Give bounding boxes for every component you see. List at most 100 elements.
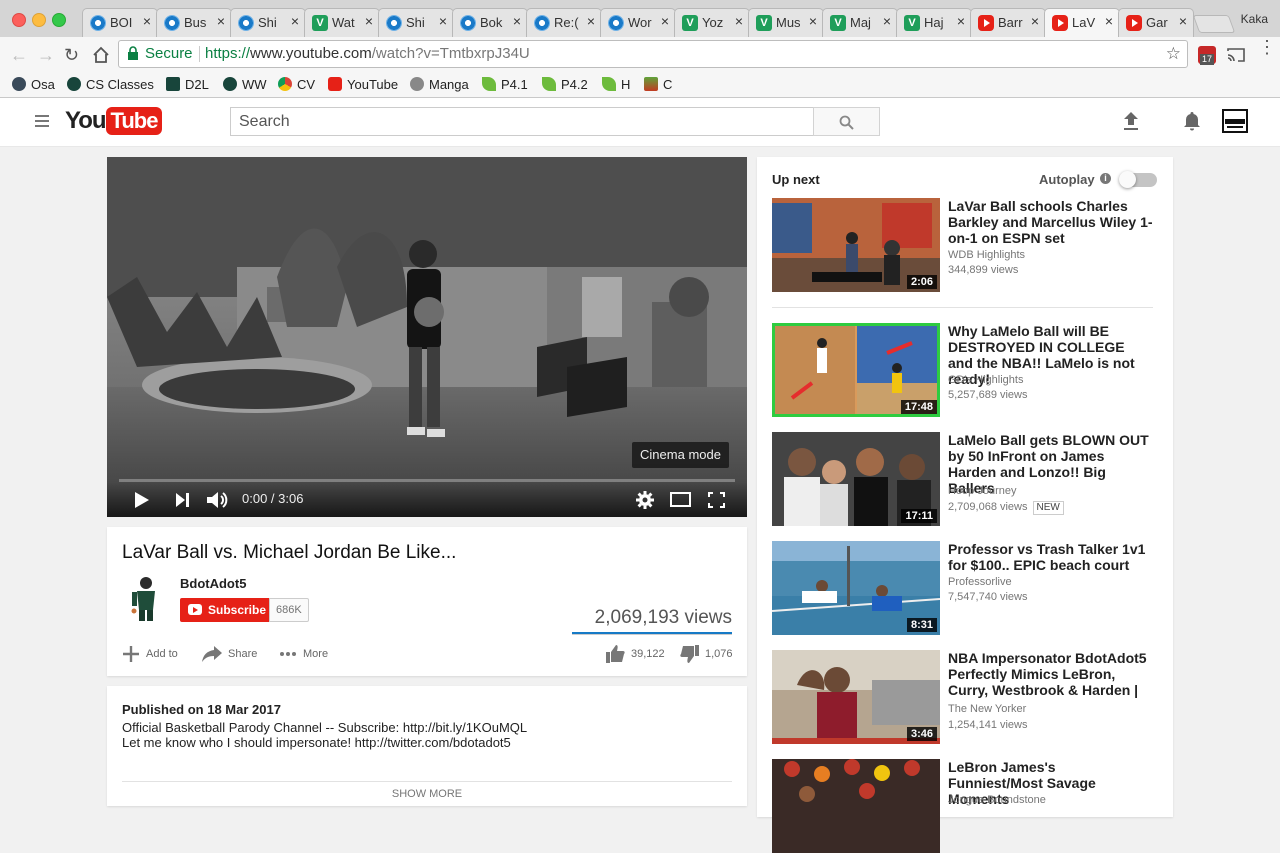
bookmark-item[interactable]: C bbox=[644, 76, 672, 94]
new-tab-button[interactable] bbox=[1192, 15, 1236, 33]
video-item[interactable]: LeBron James's Funniest/Most Savage Mome… bbox=[772, 759, 1162, 853]
tab-close-icon[interactable]: × bbox=[587, 13, 595, 29]
tab-close-icon[interactable]: × bbox=[1105, 13, 1113, 29]
back-button[interactable]: ← bbox=[10, 45, 28, 66]
video-thumbnail[interactable]: 17:48 bbox=[772, 323, 940, 417]
bookmark-item[interactable]: WW bbox=[223, 76, 267, 94]
browser-tab[interactable]: Bok × bbox=[452, 8, 528, 37]
tab-close-icon[interactable]: × bbox=[883, 13, 891, 29]
video-channel[interactable]: Jongue Boundstone bbox=[948, 794, 1046, 806]
show-more-button[interactable]: SHOW MORE bbox=[107, 788, 747, 800]
search-button[interactable] bbox=[813, 107, 880, 136]
browser-tab[interactable]: V Wat × bbox=[304, 8, 380, 37]
browser-tab[interactable]: Shi × bbox=[378, 8, 454, 37]
subscribe-button[interactable]: Subscribe bbox=[180, 598, 274, 622]
video-thumbnail[interactable]: 3:46 bbox=[772, 650, 940, 744]
channel-name[interactable]: BdotAdot5 bbox=[180, 576, 246, 591]
browser-tab[interactable]: V Mus × bbox=[748, 8, 824, 37]
tab-close-icon[interactable]: × bbox=[143, 13, 151, 29]
tab-close-icon[interactable]: × bbox=[957, 13, 965, 29]
guide-menu-icon[interactable] bbox=[35, 115, 49, 127]
cast-icon[interactable] bbox=[1227, 47, 1245, 63]
upload-icon[interactable] bbox=[1122, 110, 1140, 132]
tab-close-icon[interactable]: × bbox=[735, 13, 743, 29]
video-item[interactable]: 2:06 LaVar Ball schools Charles Barkley … bbox=[772, 198, 1162, 292]
bookmark-item[interactable]: D2L bbox=[166, 76, 209, 94]
extension-icon[interactable]: 17 bbox=[1198, 46, 1216, 65]
video-item[interactable]: 17:11 LaMelo Ball gets BLOWN OUT by 50 I… bbox=[772, 432, 1162, 526]
home-icon[interactable] bbox=[92, 46, 110, 64]
settings-gear-icon[interactable] bbox=[636, 491, 654, 509]
browser-tab[interactable]: Bus × bbox=[156, 8, 232, 37]
browser-tab[interactable]: V Haj × bbox=[896, 8, 972, 37]
browser-tab[interactable]: Shi × bbox=[230, 8, 306, 37]
search-input[interactable] bbox=[230, 107, 814, 136]
browser-tab[interactable]: V Yoz × bbox=[674, 8, 750, 37]
bookmark-item[interactable]: P4.1 bbox=[482, 76, 528, 94]
share-button[interactable]: Share bbox=[202, 644, 257, 664]
bookmark-item[interactable]: Manga bbox=[410, 76, 469, 94]
tab-close-icon[interactable]: × bbox=[217, 13, 225, 29]
minimize-window-button[interactable] bbox=[32, 13, 46, 27]
autoplay-toggle[interactable] bbox=[1119, 171, 1157, 188]
play-icon[interactable] bbox=[135, 492, 149, 508]
bookmark-item[interactable]: CS Classes bbox=[67, 76, 154, 94]
notifications-bell-icon[interactable] bbox=[1183, 110, 1201, 132]
address-bar[interactable]: Secure https://www.youtube.com/watch?v=T… bbox=[118, 40, 1188, 68]
dislike-button[interactable]: 1,076 bbox=[680, 644, 733, 664]
url-text[interactable]: https://www.youtube.com/watch?v=TmtbxrpJ… bbox=[205, 41, 530, 67]
video-channel[interactable]: WDB Highlights bbox=[948, 249, 1025, 261]
info-icon[interactable]: i bbox=[1100, 173, 1111, 184]
browser-tab[interactable]: Re:(× bbox=[526, 8, 602, 37]
video-thumbnail[interactable] bbox=[772, 759, 940, 853]
tab-close-icon[interactable]: × bbox=[1179, 13, 1187, 29]
video-item[interactable]: 17:48 Why LaMelo Ball will BE DESTROYED … bbox=[772, 323, 1162, 417]
account-avatar[interactable] bbox=[1222, 109, 1248, 133]
bookmark-item[interactable]: YouTube bbox=[328, 76, 398, 94]
close-window-button[interactable] bbox=[12, 13, 26, 27]
video-player[interactable]: Cinema mode 0:00 / 3:06 bbox=[107, 157, 747, 517]
bookmark-item[interactable]: P4.2 bbox=[542, 76, 588, 94]
fullscreen-icon[interactable] bbox=[708, 492, 725, 508]
video-thumbnail[interactable]: 8:31 bbox=[772, 541, 940, 635]
browser-tab[interactable]: LaV × bbox=[1044, 8, 1120, 37]
browser-tab[interactable]: BOI × bbox=[82, 8, 158, 37]
video-thumbnail[interactable]: 17:11 bbox=[772, 432, 940, 526]
youtube-logo[interactable]: You Tube bbox=[65, 107, 163, 137]
video-item[interactable]: 8:31 Professor vs Trash Talker 1v1 for $… bbox=[772, 541, 1162, 635]
profile-name[interactable]: Kaka bbox=[1241, 12, 1268, 26]
bookmark-item[interactable]: H bbox=[602, 76, 630, 94]
add-to-button[interactable]: Add to bbox=[122, 644, 178, 664]
video-channel[interactable]: Professorlive bbox=[948, 576, 1012, 588]
video-channel[interactable]: Hoop Journey bbox=[948, 485, 1017, 497]
forward-button[interactable]: → bbox=[37, 45, 55, 66]
tab-close-icon[interactable]: × bbox=[809, 13, 817, 29]
bookmark-item[interactable]: CV bbox=[278, 76, 315, 94]
video-title[interactable]: NBA Impersonator BdotAdot5 Perfectly Mim… bbox=[948, 650, 1153, 698]
video-title[interactable]: LaVar Ball schools Charles Barkley and M… bbox=[948, 198, 1153, 246]
maximize-window-button[interactable] bbox=[52, 13, 66, 27]
browser-tab[interactable]: Wor × bbox=[600, 8, 676, 37]
browser-tab[interactable]: Barr × bbox=[970, 8, 1046, 37]
reload-button[interactable]: ↻ bbox=[64, 45, 79, 66]
video-channel[interactable]: GD's Highlights bbox=[948, 374, 1023, 386]
browser-tab[interactable]: Gar × bbox=[1118, 8, 1194, 37]
browser-tab[interactable]: V Maj × bbox=[822, 8, 898, 37]
menu-dots-icon[interactable]: ⋮ bbox=[1258, 38, 1276, 56]
like-button[interactable]: 39,122 bbox=[606, 644, 665, 664]
next-icon[interactable] bbox=[176, 493, 189, 507]
theater-mode-icon[interactable] bbox=[670, 492, 691, 507]
channel-avatar[interactable] bbox=[122, 574, 170, 622]
tab-close-icon[interactable]: × bbox=[365, 13, 373, 29]
bookmark-item[interactable]: Osa bbox=[12, 76, 55, 94]
video-thumbnail[interactable]: 2:06 bbox=[772, 198, 940, 292]
video-channel[interactable]: The New Yorker bbox=[948, 703, 1026, 715]
tab-close-icon[interactable]: × bbox=[661, 13, 669, 29]
tab-close-icon[interactable]: × bbox=[1031, 13, 1039, 29]
tab-close-icon[interactable]: × bbox=[291, 13, 299, 29]
video-title[interactable]: Professor vs Trash Talker 1v1 for $100..… bbox=[948, 541, 1153, 573]
more-button[interactable]: More bbox=[279, 644, 328, 664]
bookmark-star-icon[interactable]: ☆ bbox=[1166, 41, 1181, 67]
volume-icon[interactable] bbox=[207, 491, 229, 509]
tab-close-icon[interactable]: × bbox=[439, 13, 447, 29]
